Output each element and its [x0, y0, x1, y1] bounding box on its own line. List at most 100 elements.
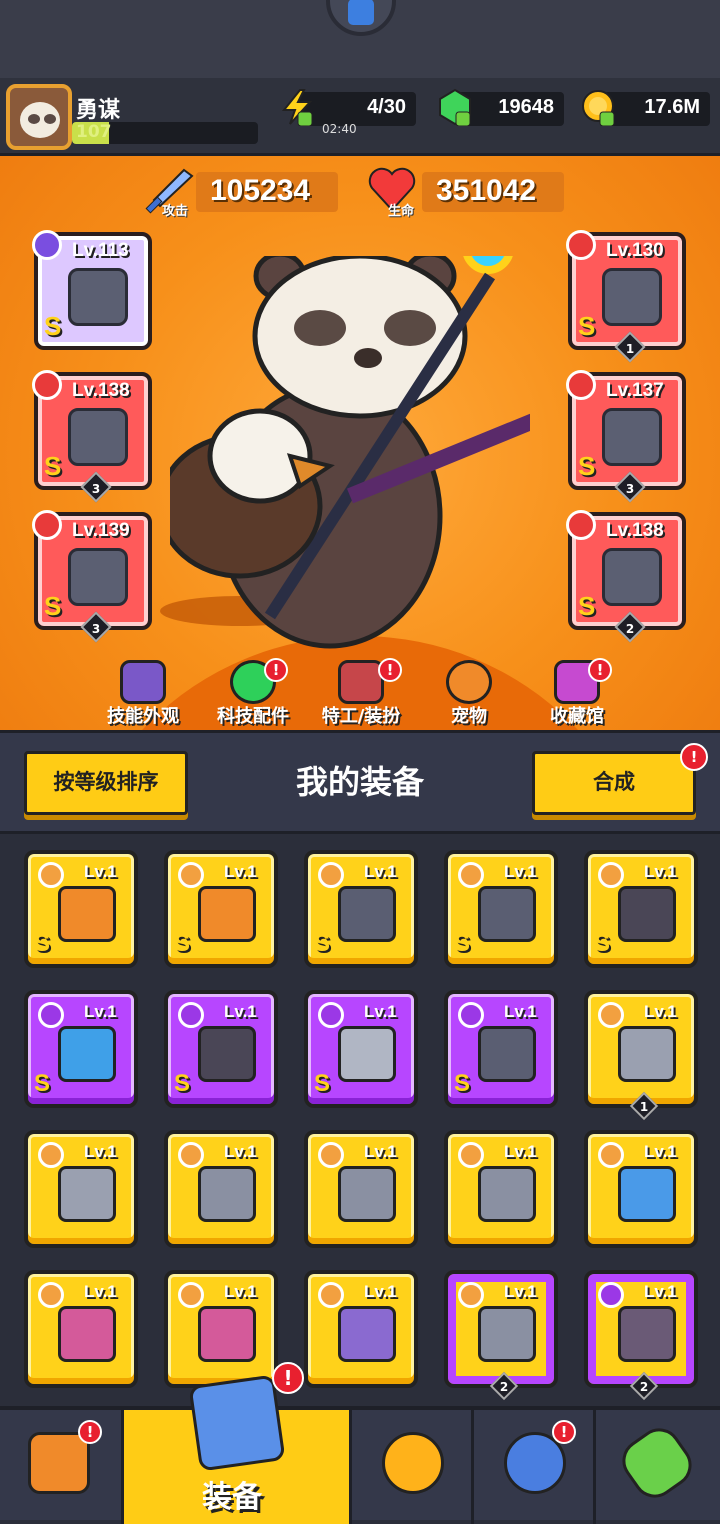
inventory-item-chest-armor[interactable]: Lv.1	[304, 1130, 418, 1248]
inventory-item-feather-glove[interactable]: Lv.1	[584, 1130, 698, 1248]
item-level: Lv.1	[84, 1142, 117, 1161]
inventory-item-silver-armor[interactable]: Lv.1 S	[304, 990, 418, 1108]
chest-armor-icon	[338, 1166, 396, 1222]
inventory-item-sword[interactable]: Lv.1 S	[164, 850, 278, 968]
tab-agent-outfit[interactable]: 特工/装扮 !	[306, 640, 416, 730]
tab-tech-parts[interactable]: 科技配件 !	[198, 640, 308, 730]
rank-badge: S	[578, 311, 596, 341]
category-icon	[598, 1002, 624, 1028]
item-level: Lv.1	[224, 1142, 257, 1161]
panda-hero	[170, 256, 530, 649]
item-level: Lv.1	[504, 1002, 537, 1021]
inventory-item-spiked-boots[interactable]: Lv.1 S	[584, 850, 698, 968]
item-level: Lv.1	[364, 1002, 397, 1021]
category-icon	[458, 862, 484, 888]
nav-battle[interactable]	[352, 1410, 474, 1524]
crossed-swords-star-icon	[382, 1432, 444, 1494]
inventory-item-claw-boots[interactable]: Lv.1	[164, 1270, 278, 1388]
tab-pet[interactable]: 宠物	[414, 640, 524, 730]
inventory-item-claw-boots[interactable]: Lv.1	[24, 1270, 138, 1388]
nav-equipment[interactable]: 装备 !	[124, 1362, 352, 1524]
inventory-item-chest-armor[interactable]: Lv.1 2	[444, 1270, 558, 1401]
mech-armor-icon	[602, 268, 662, 326]
category-icon	[458, 1142, 484, 1168]
tab-skill-skin[interactable]: 技能外观	[88, 640, 198, 730]
dark-armor-icon	[198, 1026, 256, 1082]
nav-evolution[interactable]	[596, 1410, 720, 1524]
sort-by-level-button[interactable]: 按等级排序	[24, 751, 188, 815]
rank-badge: S	[44, 311, 62, 341]
necklace-slot[interactable]: Lv.138 S 3	[32, 370, 152, 503]
tab-label: 技能外观	[107, 706, 179, 727]
slot-level: Lv.138	[72, 380, 130, 401]
mech-glove-icon	[68, 548, 128, 606]
belt-icon	[618, 1306, 676, 1362]
inventory-item-sneaker[interactable]: Lv.1	[304, 1270, 418, 1388]
inventory-item-spiked-mace[interactable]: Lv.1 S	[304, 850, 418, 968]
attack-label: 攻击	[162, 204, 189, 219]
bookmark-icon[interactable]	[326, 0, 396, 36]
spiked-mace-icon	[338, 886, 396, 942]
rank-badge: S	[594, 930, 611, 957]
nav-shop[interactable]: !	[0, 1410, 124, 1524]
weapon-category-icon	[32, 230, 62, 260]
inventory-item-spiked-mace[interactable]: Lv.1 S	[444, 850, 558, 968]
item-level: Lv.1	[644, 862, 677, 881]
item-level: Lv.1	[224, 1002, 257, 1021]
energy-value: 4/30	[367, 96, 406, 118]
item-level: Lv.1	[504, 1142, 537, 1161]
rank-badge: S	[44, 451, 62, 481]
item-level: Lv.1	[644, 1002, 677, 1021]
alert-badge: !	[272, 1362, 304, 1394]
category-icon	[318, 1282, 344, 1308]
merge-button[interactable]: 合成	[532, 751, 696, 815]
slot-level: Lv.139	[72, 520, 130, 541]
inventory-item-water-gun[interactable]: Lv.1 S	[24, 990, 138, 1108]
coin-counter[interactable]: 17.6M	[604, 92, 710, 126]
inventory-item-belt[interactable]: Lv.1 2	[584, 1270, 698, 1401]
slot-level: Lv.130	[606, 240, 664, 261]
player-avatar[interactable]	[6, 84, 72, 150]
equipment-toolbar: 按等级排序 我的装备 合成 !	[0, 730, 720, 834]
belt-slot[interactable]: Lv.137 S 3	[566, 370, 686, 503]
sword-icon	[198, 886, 256, 942]
tab-label: 收藏馆	[550, 706, 604, 727]
kunai-icon	[58, 1166, 116, 1222]
nav-label: 装备	[202, 1480, 262, 1515]
tab-label: 特工/装扮	[321, 706, 401, 727]
inventory-item-kunai[interactable]: Lv.1	[24, 1130, 138, 1248]
glove-slot[interactable]: Lv.139 S 3	[32, 510, 152, 643]
item-level: Lv.1	[504, 862, 537, 881]
tab-collection[interactable]: 收藏馆 !	[522, 640, 632, 730]
inventory-item-chest-armor[interactable]: Lv.1	[164, 1130, 278, 1248]
rank-badge: S	[174, 930, 191, 957]
slot-level: Lv.138	[606, 520, 664, 541]
star-count: 3	[91, 622, 101, 636]
boots-slot[interactable]: Lv.138 S 2	[566, 510, 686, 643]
rank-badge: S	[44, 591, 62, 621]
player-name: 勇谋	[76, 97, 121, 122]
lightning-icon	[281, 89, 313, 126]
inventory-item-kunai[interactable]: Lv.1 1	[584, 990, 698, 1121]
category-icon	[38, 1282, 64, 1308]
coin-value: 17.6M	[644, 96, 700, 118]
gem-value: 19648	[498, 96, 554, 118]
inventory-item-chest-armor[interactable]: Lv.1	[444, 1130, 558, 1248]
slot-level: Lv.137	[606, 380, 664, 401]
page-title: 我的装备	[295, 763, 424, 801]
armor-category-icon	[566, 230, 596, 260]
claw-boots-icon	[58, 1306, 116, 1362]
rank-badge: S	[578, 451, 596, 481]
item-level: Lv.1	[84, 862, 117, 881]
energy-counter[interactable]: 4/30	[300, 92, 416, 126]
inventory-item-sword[interactable]: Lv.1 S	[24, 850, 138, 968]
inventory-item-spiked-belt[interactable]: Lv.1 S	[444, 990, 558, 1108]
armor-slot[interactable]: Lv.130 S 1	[566, 230, 686, 363]
rank-badge: S	[174, 1070, 191, 1097]
equipment-icon	[188, 1374, 286, 1472]
nav-talents[interactable]: !	[474, 1410, 596, 1524]
weapon-slot[interactable]: Lv.113 S	[32, 230, 152, 350]
inventory-item-dark-armor[interactable]: Lv.1 S	[164, 990, 278, 1108]
tab-label: 科技配件	[217, 706, 289, 727]
attack-value: 105234	[210, 174, 311, 207]
